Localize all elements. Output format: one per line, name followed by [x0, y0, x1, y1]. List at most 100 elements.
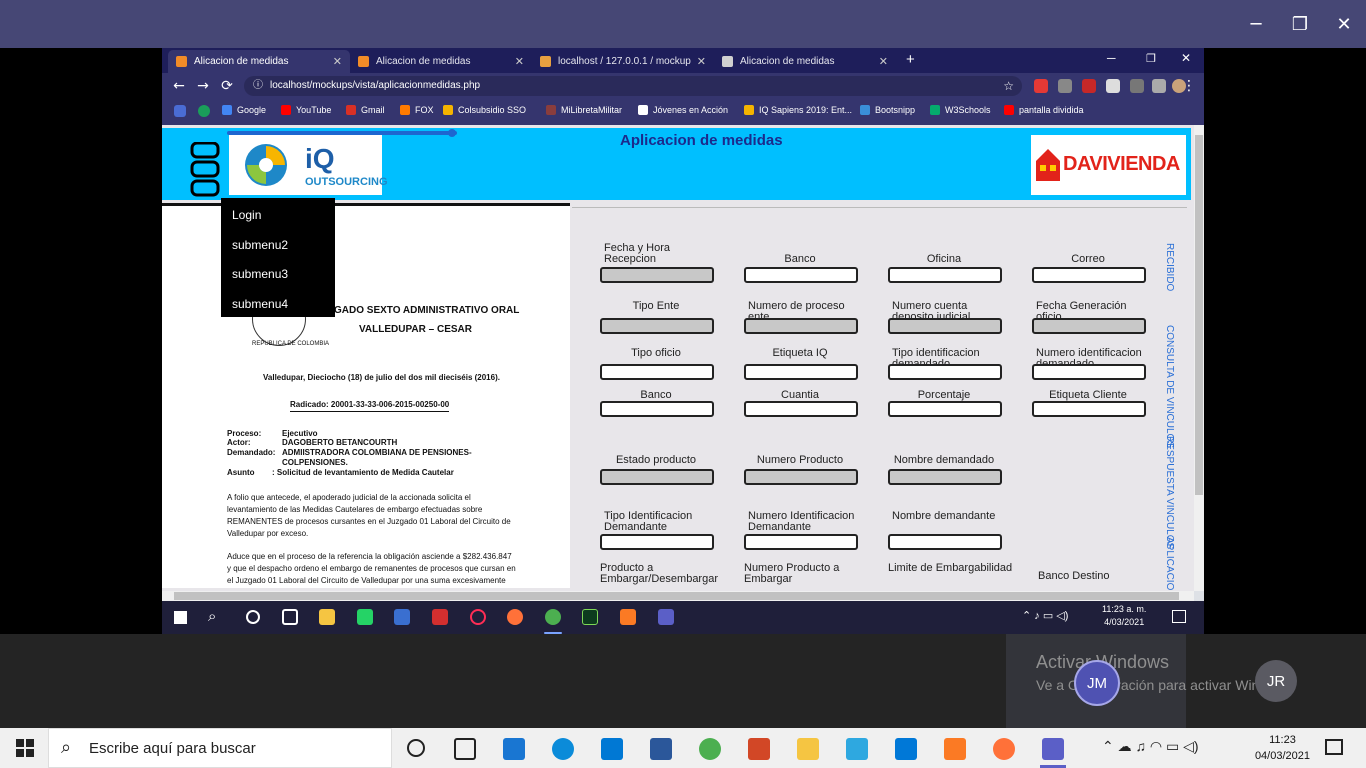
notifications-icon[interactable]	[1325, 739, 1343, 755]
bookmark-star-icon[interactable]: ☆	[1003, 76, 1014, 96]
horizontal-scrollbar[interactable]	[162, 591, 1194, 601]
xampp-icon[interactable]	[944, 738, 966, 760]
mail-icon[interactable]	[503, 738, 525, 760]
search-icon[interactable]: ⌕	[208, 608, 216, 625]
taskbar-search-box[interactable]: ⌕ Escribe aquí para buscar	[48, 728, 392, 768]
host-minimize-button[interactable]: ─	[1233, 0, 1279, 48]
menu-item-submenu2[interactable]: submenu2	[221, 231, 335, 261]
form-input[interactable]	[888, 267, 1002, 283]
bookmark-item[interactable]: YouTube	[281, 105, 331, 115]
browser-tab[interactable]: Alicacion de medidas ✕	[714, 50, 896, 73]
form-input[interactable]	[744, 469, 858, 485]
form-input[interactable]	[888, 534, 1002, 550]
menu-item-submenu3[interactable]: submenu3	[221, 260, 335, 290]
powerpoint-icon[interactable]	[748, 738, 770, 760]
task-view-icon[interactable]	[282, 609, 298, 625]
form-input[interactable]	[888, 401, 1002, 417]
bookmark-item[interactable]: W3Schools	[930, 105, 991, 115]
extensions-puzzle-icon[interactable]	[1152, 79, 1166, 93]
menu-item-login[interactable]: Login	[221, 201, 335, 231]
cortana-icon[interactable]	[246, 610, 260, 624]
firefox-icon[interactable]	[993, 738, 1015, 760]
tab-close-icon[interactable]: ✕	[879, 55, 888, 68]
form-input[interactable]	[888, 364, 1002, 380]
browser-minimize-button[interactable]: ─	[1107, 51, 1116, 65]
horizontal-scroll-thumb[interactable]	[174, 592, 1179, 600]
tab-close-icon[interactable]: ✕	[697, 55, 706, 68]
chrome-icon[interactable]	[699, 738, 721, 760]
adblock-extension-icon[interactable]	[1034, 79, 1048, 93]
app-icon[interactable]	[432, 609, 448, 625]
forward-button[interactable]: →	[194, 77, 212, 95]
form-input[interactable]	[600, 469, 714, 485]
form-input[interactable]	[1032, 364, 1146, 380]
form-input[interactable]	[744, 267, 858, 283]
form-input[interactable]	[744, 318, 858, 334]
task-view-icon[interactable]	[454, 738, 476, 760]
form-input[interactable]	[1032, 401, 1146, 417]
browser-tab[interactable]: Alicacion de medidas ✕	[350, 50, 532, 73]
windows-start-icon[interactable]	[16, 739, 34, 757]
dreamweaver-icon[interactable]	[582, 609, 598, 625]
taskbar-clock[interactable]: 11:23 04/03/2021	[1255, 732, 1310, 764]
remote-clock[interactable]: 11:23 a. m. 4/03/2021	[1102, 603, 1146, 629]
form-input[interactable]	[600, 318, 714, 334]
form-input[interactable]	[600, 534, 714, 550]
app-icon[interactable]	[601, 738, 623, 760]
teams-icon[interactable]	[658, 609, 674, 625]
reload-button[interactable]: ⟳	[218, 77, 236, 95]
bookmark-item[interactable]: MiLibretaMilitar	[546, 105, 622, 115]
opera-icon[interactable]	[470, 609, 486, 625]
browser-maximize-button[interactable]: ❐	[1146, 52, 1156, 65]
extension-icon[interactable]	[1130, 79, 1144, 93]
bookmark-item[interactable]: Google	[222, 105, 266, 115]
file-explorer-icon[interactable]	[319, 609, 335, 625]
bookmark-item[interactable]: Gmail	[346, 105, 385, 115]
extension-icon[interactable]	[1106, 79, 1120, 93]
form-input[interactable]	[888, 469, 1002, 485]
browser-tab[interactable]: localhost / 127.0.0.1 / mockups / ✕	[532, 50, 714, 73]
chrome-icon[interactable]	[545, 609, 561, 625]
extension-icon[interactable]	[1082, 79, 1096, 93]
form-input[interactable]	[600, 267, 714, 283]
vertical-scroll-thumb[interactable]	[1195, 135, 1203, 495]
bookmark-item[interactable]: Colsubsidio SSO	[443, 105, 526, 115]
tray-icons[interactable]: ⌃ ♪ ▭ ◁)	[1022, 609, 1068, 622]
participant-avatar-jr[interactable]: JR	[1255, 660, 1297, 702]
teams-icon[interactable]	[1042, 738, 1064, 760]
bookmark-item[interactable]: Bootsnipp	[860, 105, 915, 115]
notifications-icon[interactable]	[1172, 610, 1186, 623]
bookmark-icon[interactable]	[198, 105, 210, 117]
host-maximize-button[interactable]: ❐	[1277, 0, 1323, 48]
browser-tab[interactable]: Alicacion de medidas ✕	[168, 50, 350, 73]
form-input[interactable]	[888, 318, 1002, 334]
apps-icon[interactable]	[174, 105, 186, 117]
cortana-icon[interactable]	[407, 739, 425, 757]
new-tab-button[interactable]: +	[906, 51, 915, 68]
edge-icon[interactable]	[552, 738, 574, 760]
form-input[interactable]	[744, 401, 858, 417]
form-input[interactable]	[600, 401, 714, 417]
whatsapp-icon[interactable]	[357, 609, 373, 625]
windows-start-icon[interactable]	[174, 611, 187, 624]
snipping-tool-icon[interactable]	[846, 738, 868, 760]
vertical-scrollbar[interactable]	[1194, 125, 1204, 591]
tray-icons[interactable]: ⌃ ☁ ♫ ◠ ▭ ◁)	[1102, 738, 1199, 755]
hamburger-menu-button[interactable]	[189, 141, 223, 198]
participant-avatar-jm[interactable]: JM	[1074, 660, 1120, 706]
word-icon[interactable]	[650, 738, 672, 760]
form-input[interactable]	[1032, 318, 1146, 334]
form-input[interactable]	[600, 364, 714, 380]
bookmark-item[interactable]: FOX	[400, 105, 434, 115]
browser-menu-button[interactable]: ⋮	[1180, 77, 1198, 95]
vscode-icon[interactable]	[895, 738, 917, 760]
bookmark-item[interactable]: IQ Sapiens 2019: Ent...	[744, 105, 852, 115]
bookmark-item[interactable]: Jóvenes en Acción	[638, 105, 728, 115]
form-input[interactable]	[744, 364, 858, 380]
xampp-icon[interactable]	[620, 609, 636, 625]
app-icon[interactable]	[394, 609, 410, 625]
firefox-icon[interactable]	[507, 609, 523, 625]
host-close-button[interactable]: ✕	[1321, 0, 1366, 48]
form-input[interactable]	[744, 534, 858, 550]
menu-item-submenu4[interactable]: submenu4	[221, 290, 335, 320]
